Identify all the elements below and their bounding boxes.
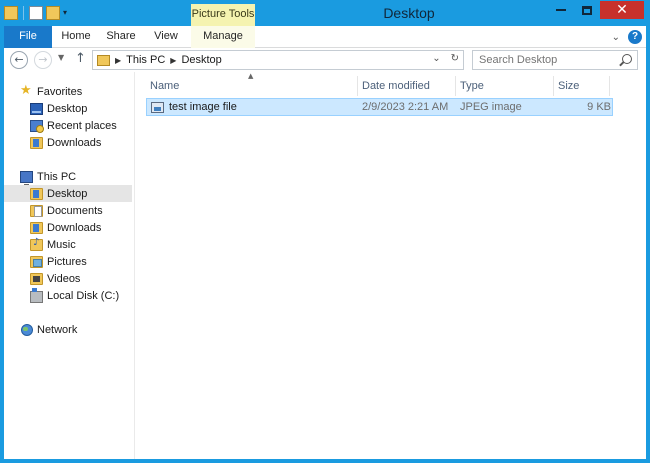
local-disk-icon [30, 288, 43, 303]
close-icon: ✕ [616, 2, 628, 18]
address-bar[interactable]: ▶ This PC ▶ Desktop ⌄ ↻ [92, 50, 464, 70]
maximize-icon [582, 5, 592, 15]
navigation-bar: ← → ▼ ↑ ▶ This PC ▶ Desktop ⌄ ↻ [4, 48, 646, 72]
ribbon-tab-bar: File Home Share View Manage ⌄ ? [4, 26, 646, 48]
nav-item-label: Documents [47, 204, 103, 217]
documents-folder-icon [30, 204, 43, 217]
tab-share[interactable]: Share [101, 26, 141, 48]
nav-item-label: Network [37, 323, 78, 336]
help-icon[interactable]: ? [628, 30, 642, 44]
recent-places-icon [30, 119, 44, 133]
column-header-type[interactable]: Type [456, 76, 554, 96]
up-arrow-icon[interactable]: ↑ [75, 51, 86, 66]
forward-arrow-icon: → [38, 53, 48, 66]
nav-favorites[interactable]: Favorites [4, 83, 132, 100]
nav-item-label: Desktop [47, 187, 88, 200]
nav-fav-desktop[interactable]: Desktop [4, 100, 132, 117]
nav-item-label: Videos [47, 272, 81, 285]
nav-item-label: Favorites [37, 85, 83, 98]
jpeg-file-icon [151, 101, 164, 113]
tab-view[interactable]: View [146, 26, 186, 48]
file-date-modified: 2/9/2023 2:21 AM [362, 101, 449, 113]
file-list: ▲ Name Date modified Type Size test imag… [136, 72, 646, 459]
search-input[interactable] [473, 51, 613, 69]
nav-item-label: Local Disk (C:) [47, 289, 120, 302]
window-title: Desktop [383, 5, 435, 21]
nav-pc-desktop[interactable]: Desktop [4, 185, 132, 202]
nav-item-label: Downloads [47, 221, 102, 234]
pictures-folder-icon [30, 255, 43, 268]
file-type: JPEG image [460, 101, 522, 113]
window-controls: ✕ [548, 1, 644, 19]
nav-item-label: Desktop [47, 102, 88, 115]
nav-pc-videos[interactable]: Videos [4, 270, 132, 287]
minimize-icon [556, 9, 566, 11]
column-header-size[interactable]: Size [554, 76, 610, 96]
refresh-icon[interactable]: ↻ [451, 53, 459, 64]
file-size: 9 KB [587, 101, 611, 113]
nav-pc-music[interactable]: Music [4, 236, 132, 253]
music-folder-icon [30, 237, 43, 251]
tab-manage[interactable]: Manage [191, 26, 255, 48]
nav-item-label: Downloads [47, 136, 102, 149]
pane-splitter[interactable] [134, 72, 135, 459]
column-header-name[interactable]: Name [146, 76, 358, 96]
nav-item-label: This PC [37, 170, 77, 183]
nav-fav-recent-places[interactable]: Recent places [4, 117, 132, 134]
maximize-button[interactable] [574, 1, 600, 19]
content-area: Favorites Desktop Recent places Download… [4, 72, 646, 459]
nav-item-label: Music [47, 238, 76, 251]
tab-file[interactable]: File [4, 26, 52, 48]
favorites-star-icon [20, 83, 33, 98]
explorer-window: ▾ Picture Tools Desktop ✕ File Home Shar… [0, 0, 650, 463]
recent-locations-dropdown-icon[interactable]: ▼ [58, 53, 64, 62]
search-icon[interactable] [622, 54, 632, 64]
network-icon [20, 323, 33, 336]
address-folder-icon [97, 54, 110, 66]
nav-pc-documents[interactable]: Documents [4, 202, 132, 219]
file-name: test image file [169, 101, 237, 113]
expand-ribbon-chevron-icon[interactable]: ⌄ [612, 32, 620, 43]
nav-this-pc[interactable]: This PC [4, 168, 132, 186]
breadcrumb-this-pc[interactable]: This PC [126, 54, 165, 66]
file-row[interactable]: test image file 2/9/2023 2:21 AM JPEG im… [146, 98, 613, 116]
nav-pc-downloads[interactable]: Downloads [4, 219, 132, 236]
videos-folder-icon [30, 272, 43, 285]
nav-item-label: Pictures [47, 255, 87, 268]
address-history-dropdown-icon[interactable]: ⌄ [432, 53, 440, 64]
breadcrumb-separator-icon[interactable]: ▶ [115, 56, 121, 65]
nav-pc-local-disk[interactable]: Local Disk (C:) [4, 287, 132, 304]
tab-home[interactable]: Home [56, 26, 96, 48]
search-box[interactable] [472, 50, 638, 70]
breadcrumb-separator-icon[interactable]: ▶ [170, 56, 176, 65]
nav-fav-downloads[interactable]: Downloads [4, 134, 132, 151]
title-bar: ▾ Picture Tools Desktop ✕ [0, 0, 650, 26]
nav-item-label: Recent places [47, 119, 117, 132]
desktop-folder-icon [30, 187, 43, 200]
close-button[interactable]: ✕ [600, 1, 644, 19]
nav-pc-pictures[interactable]: Pictures [4, 253, 132, 270]
back-button[interactable]: ← [10, 51, 28, 69]
breadcrumb-desktop[interactable]: Desktop [181, 54, 221, 66]
desktop-icon [30, 102, 43, 115]
downloads-folder-icon [30, 221, 43, 234]
nav-network[interactable]: Network [4, 321, 132, 338]
minimize-button[interactable] [548, 1, 574, 19]
column-header-date-modified[interactable]: Date modified [358, 76, 456, 96]
computer-icon [20, 170, 33, 186]
back-arrow-icon: ← [14, 53, 24, 66]
navigation-pane: Favorites Desktop Recent places Download… [4, 72, 132, 459]
downloads-folder-icon [30, 136, 43, 149]
forward-button[interactable]: → [34, 51, 52, 69]
